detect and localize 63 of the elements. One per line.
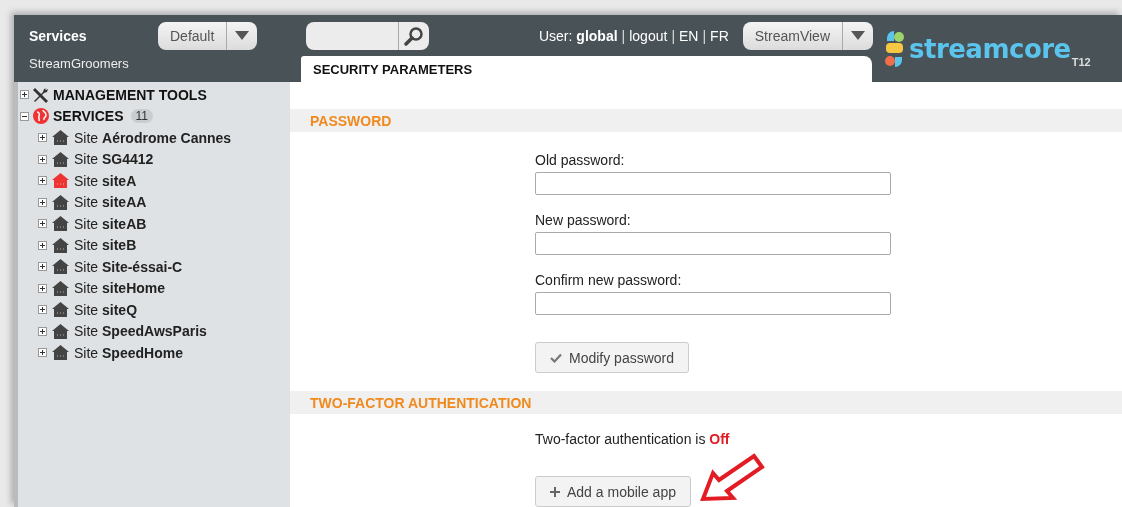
expand-icon[interactable] [38,326,47,336]
tools-icon [32,85,50,104]
section-header: PASSWORD [290,109,1122,132]
check-icon [550,352,562,363]
field-label: Old password: [535,152,625,168]
section-title: Services [29,27,88,44]
expand-icon[interactable] [38,305,47,315]
add-mobile-app-button[interactable]: Add a mobile app [535,476,691,507]
user-label: User: [538,27,573,44]
password-field[interactable] [535,172,891,195]
expand-icon[interactable] [38,154,47,164]
field-label: New password: [535,212,631,228]
logo-icon [882,28,906,69]
expand-icon[interactable] [38,176,47,186]
expand-icon[interactable] [38,219,47,229]
site-item[interactable]: Site siteAB [74,215,147,232]
caret-icon [851,31,865,40]
expand-icon[interactable] [38,133,47,143]
password-field[interactable] [535,292,891,315]
status-value: Off [709,431,730,447]
expand-icon[interactable] [20,90,29,100]
header-link[interactable]: FR [710,27,729,44]
status-label: Two-factor authentication is [535,431,707,447]
collapse-icon[interactable] [20,111,29,121]
globe-icon [32,107,50,126]
separator: | [671,27,675,44]
site-item[interactable]: Site siteQ [74,301,138,318]
view-dropdown[interactable]: Default [158,21,258,50]
header-link[interactable]: EN [679,27,699,44]
site-item[interactable]: Site SpeedHome [74,344,183,361]
tree-item[interactable]: MANAGEMENT TOOLS [53,86,207,103]
app-dropdown[interactable]: StreamView [742,21,873,50]
expand-icon[interactable] [38,348,47,358]
logo-text: streamcore [909,35,1071,62]
site-item[interactable]: Site siteA [74,172,137,189]
expand-icon[interactable] [38,197,47,207]
caret-icon [235,31,250,40]
expand-icon[interactable] [38,283,47,293]
site-item[interactable]: Site SpeedAwsParis [74,323,207,340]
search-field[interactable] [306,21,430,50]
expand-icon[interactable] [38,262,47,272]
user-name: global [576,27,618,44]
count-badge: 11 [130,109,153,124]
password-field[interactable] [535,232,891,255]
site-item[interactable]: Site siteAA [74,194,147,211]
modify-password-button[interactable]: Modify password [535,342,690,373]
separator: | [621,27,626,44]
expand-icon[interactable] [38,240,47,250]
separator: | [702,27,707,44]
header-link[interactable]: logout [629,27,668,44]
site-item[interactable]: Site siteB [74,237,137,254]
search-icon [404,25,425,46]
field-label: Confirm new password: [535,272,682,288]
sidebar-title: StreamGroomers [28,56,130,73]
plus-icon [550,486,560,497]
logo-version: T12 [1071,56,1091,68]
tab[interactable]: SECURITY PARAMETERS [300,56,872,82]
site-item[interactable]: Site SG4412 [74,151,154,168]
site-item[interactable]: Site Site-éssai-C [74,258,183,275]
tree-item[interactable]: SERVICES [53,108,124,125]
site-item[interactable]: Site siteHome [74,280,166,297]
section-header: TWO-FACTOR AUTHENTICATION [290,391,1122,414]
site-item[interactable]: Site Aérodrome Cannes [74,129,232,146]
